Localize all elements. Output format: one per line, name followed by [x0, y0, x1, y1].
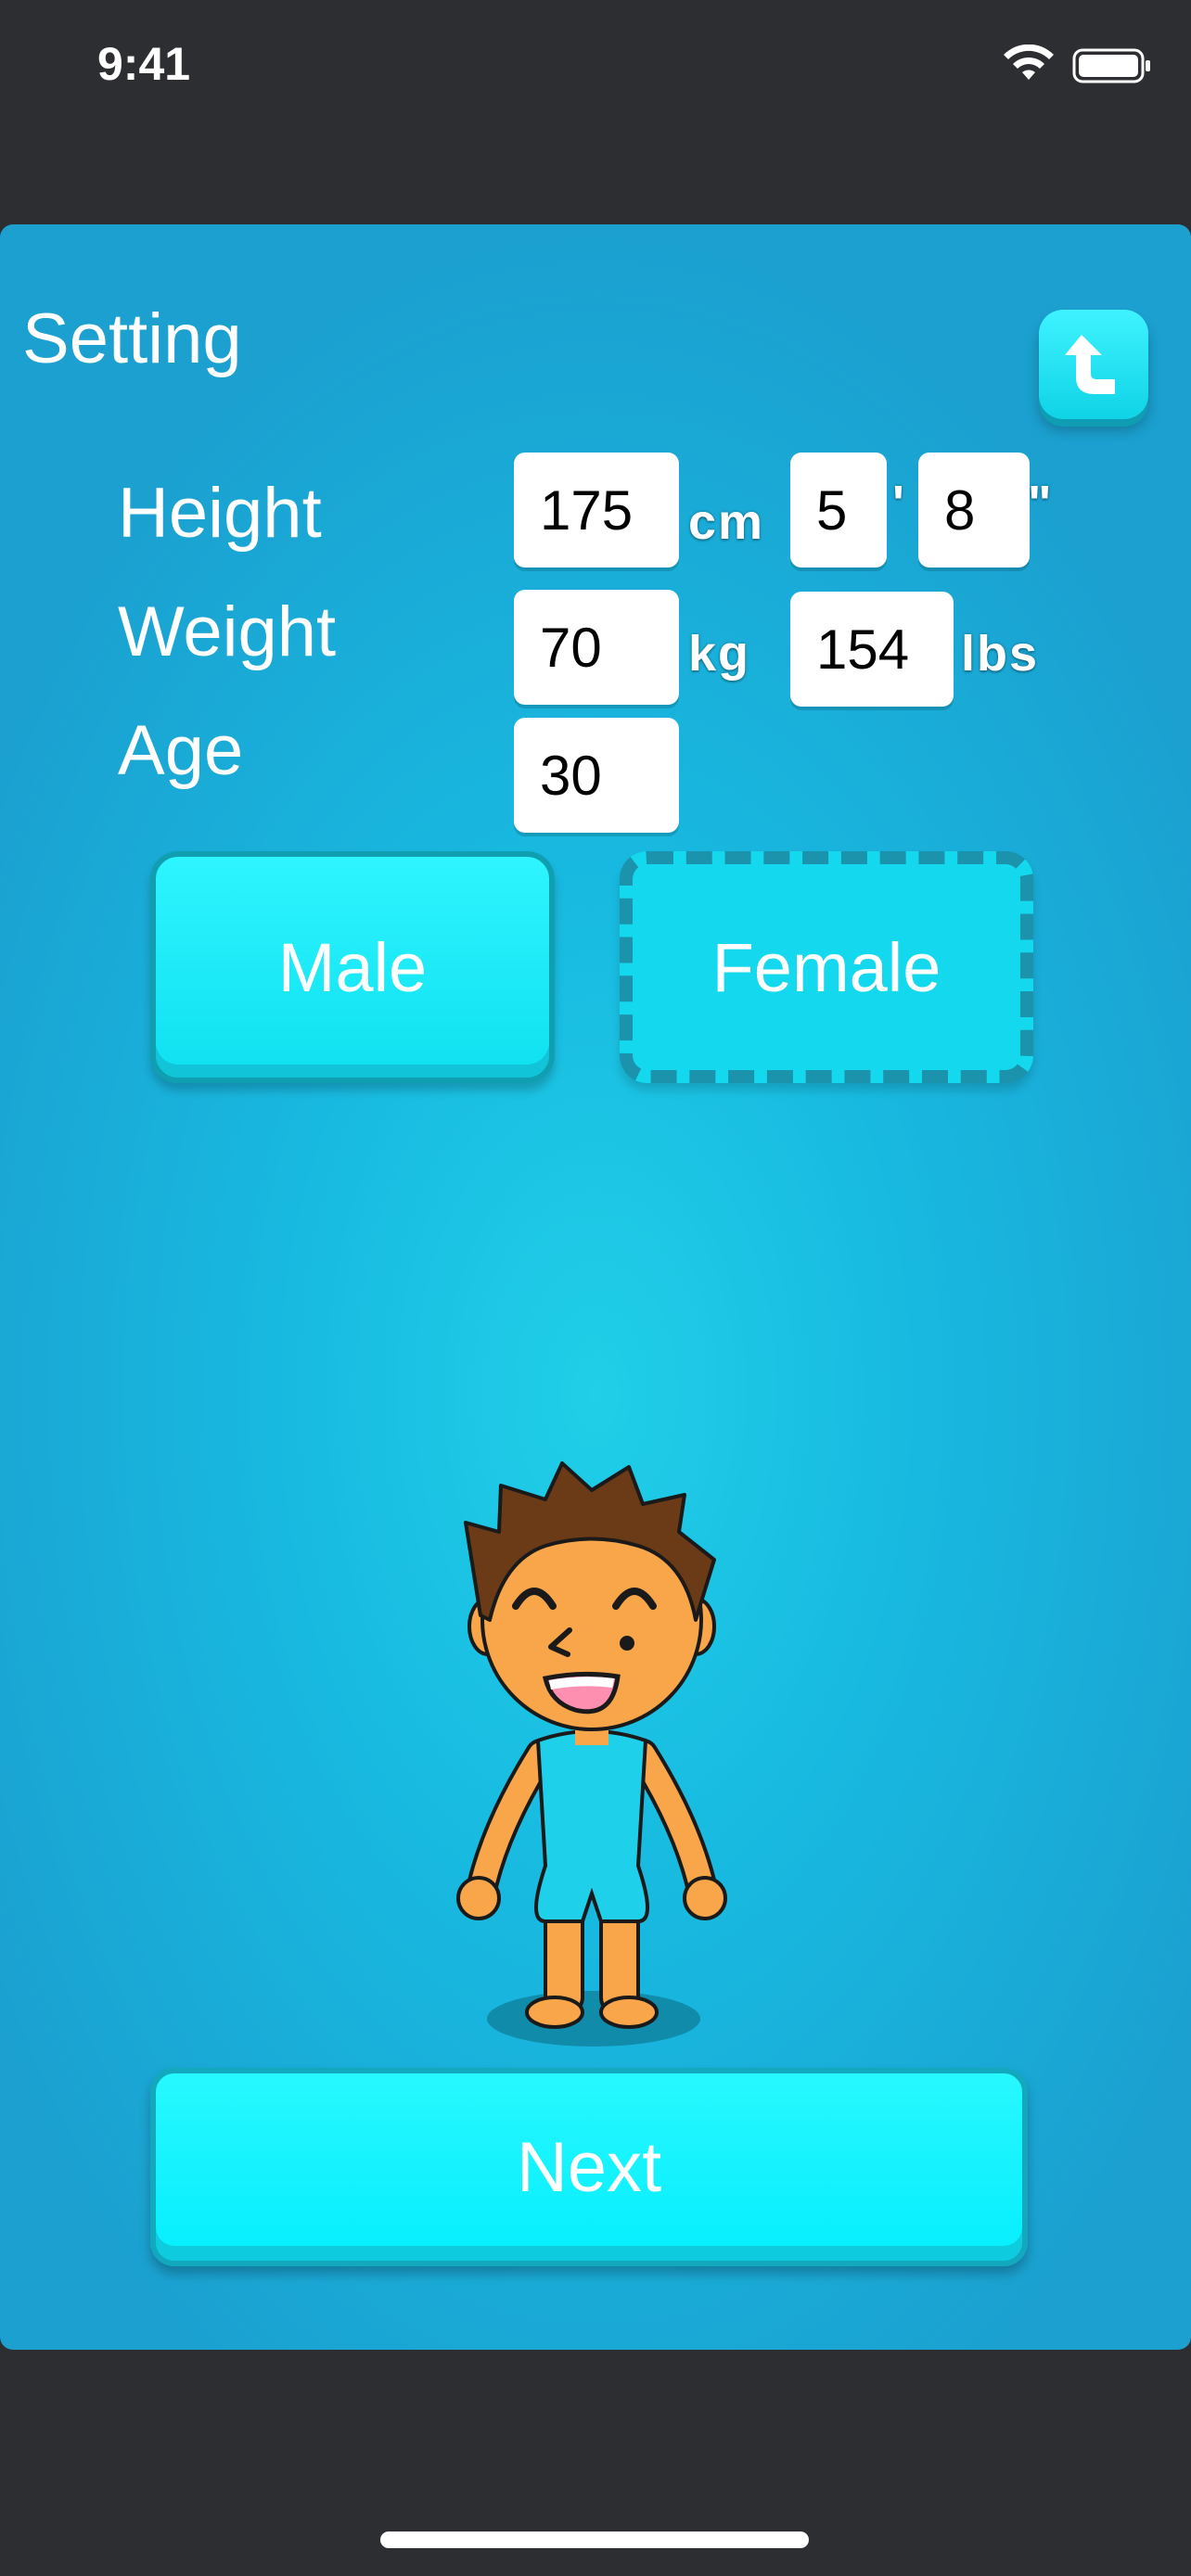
- weight-kg-unit: kg: [688, 626, 751, 682]
- home-indicator[interactable]: [380, 2531, 809, 2548]
- female-button[interactable]: Female: [620, 851, 1033, 1083]
- male-button[interactable]: Male: [150, 851, 555, 1083]
- age-label: Age: [118, 711, 244, 790]
- battery-icon: [1072, 48, 1150, 83]
- height-cm-unit: cm: [688, 494, 765, 550]
- weight-lbs-unit: lbs: [961, 626, 1040, 682]
- return-arrow-icon: [1065, 335, 1115, 394]
- age-field[interactable]: 30: [514, 718, 679, 833]
- height-feet-field[interactable]: 5: [790, 453, 887, 567]
- weight-kg-field[interactable]: 70: [514, 590, 679, 705]
- height-cm-field[interactable]: 175: [514, 453, 679, 567]
- wifi-icon: [1004, 45, 1054, 80]
- next-button[interactable]: Next: [150, 2068, 1028, 2266]
- height-label: Height: [118, 474, 322, 553]
- height-inches-unit: ": [1028, 476, 1054, 531]
- height-inches-field[interactable]: 8: [918, 453, 1030, 567]
- weight-lbs-field[interactable]: 154: [790, 592, 954, 707]
- weight-label: Weight: [118, 593, 337, 671]
- back-button[interactable]: [1039, 310, 1148, 419]
- settings-panel: Setting Height Weight Age 175 cm 5 ' 8 "…: [0, 224, 1191, 2350]
- avatar: [456, 1461, 727, 2047]
- status-bar: 9:41: [0, 0, 1191, 130]
- status-time: 9:41: [97, 38, 191, 90]
- page-title: Setting: [22, 300, 242, 378]
- height-feet-unit: ': [892, 476, 906, 531]
